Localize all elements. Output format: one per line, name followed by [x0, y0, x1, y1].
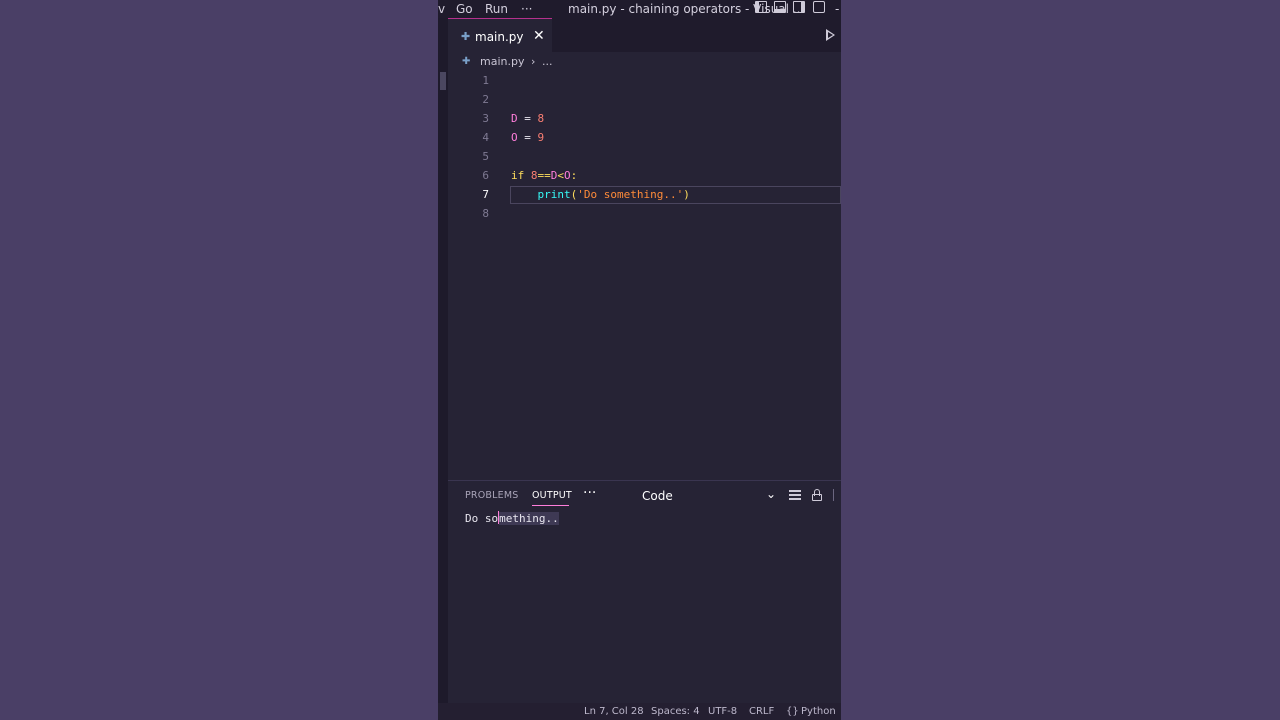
code-line: 8	[448, 205, 841, 224]
status-eol[interactable]: CRLF	[749, 706, 774, 717]
token-paren: )	[683, 188, 690, 201]
token-operator: =	[517, 112, 538, 125]
panel-more-icon[interactable]: ···	[583, 485, 596, 501]
chevron-right-icon: ›	[531, 55, 536, 68]
line-number: 7	[482, 188, 489, 201]
close-icon[interactable]: ✕	[533, 28, 545, 44]
code-line-current: 7 print('Do something..')	[448, 186, 841, 205]
tab-problems[interactable]: PROBLEMS	[465, 490, 518, 501]
status-bar: Ln 7, Col 28 Spaces: 4 UTF-8 CRLF {} Pyt…	[438, 703, 841, 720]
line-number: 8	[482, 207, 489, 220]
code-text: D = 8	[511, 112, 544, 125]
window-title: main.py - chaining operators - Visual ..…	[568, 2, 805, 16]
breadcrumb: ✚ main.py › ...	[448, 52, 841, 72]
token-number: 8	[537, 112, 545, 125]
line-number: 5	[482, 150, 489, 163]
chevron-down-icon[interactable]: ⌄	[766, 487, 776, 501]
menu-run[interactable]: Run	[485, 2, 508, 16]
window-minimize[interactable]: -	[835, 2, 839, 16]
bottom-panel: PROBLEMS OUTPUT ··· Code ⌄ Do something.…	[448, 480, 841, 703]
token-keyword: if	[511, 169, 531, 182]
token-variable: D	[511, 112, 518, 125]
menu-go[interactable]: Go	[456, 2, 473, 16]
token-string: 'Do something..'	[577, 188, 684, 201]
breadcrumb-symbols[interactable]: ...	[542, 55, 553, 68]
breadcrumb-file[interactable]: main.py	[480, 55, 524, 68]
code-line: 6 if 8==D<O:	[448, 167, 841, 186]
clear-output-icon[interactable]	[789, 490, 801, 500]
token-operator: <	[557, 169, 564, 182]
code-text: print('Do something..')	[511, 188, 690, 201]
line-number: 1	[482, 74, 489, 87]
active-tab-indicator	[532, 505, 569, 506]
token-operator: =	[517, 131, 538, 144]
panel-overflow-icon[interactable]	[833, 489, 841, 501]
vscode-window: v Go Run ··· main.py - chaining operator…	[438, 0, 841, 720]
tab-label: main.py	[475, 30, 524, 44]
line-number: 2	[482, 93, 489, 106]
status-cursor-position[interactable]: Ln 7, Col 28	[584, 706, 644, 717]
code-line: 5	[448, 148, 841, 167]
menu-more[interactable]: ···	[521, 2, 532, 16]
python-file-icon: ✚	[462, 56, 471, 67]
line-number: 4	[482, 131, 489, 144]
status-language[interactable]: Python	[801, 706, 836, 717]
output-channel-select[interactable]: Code	[642, 489, 673, 503]
python-file-icon: ✚	[461, 30, 471, 43]
editor-tab-bar: ✚ main.py ✕ ⌄	[448, 18, 841, 52]
token-number: 8	[530, 169, 538, 182]
code-editor[interactable]: 1 2 3 D = 8 4 O = 9 5 6 if 8==D<O: 7 pri…	[448, 72, 841, 477]
braces-icon: {}	[786, 706, 799, 717]
token-operator: ==	[537, 169, 551, 182]
token-colon: :	[570, 169, 578, 182]
output-text-plain: Do so	[465, 512, 499, 525]
code-text: if 8==D<O:	[511, 169, 577, 182]
code-line: 3 D = 8	[448, 110, 841, 129]
code-line: 1	[448, 72, 841, 91]
lock-icon[interactable]	[812, 489, 822, 501]
line-number: 3	[482, 112, 489, 125]
toggle-panel-icon[interactable]	[774, 1, 786, 13]
output-text: Do something..	[465, 511, 559, 525]
toggle-secondary-sidebar-icon[interactable]	[793, 1, 805, 13]
menu-partial[interactable]: v	[438, 2, 445, 16]
chevron-down-icon[interactable]: ⌄	[840, 26, 841, 37]
code-line: 2	[448, 91, 841, 110]
status-indentation[interactable]: Spaces: 4	[651, 706, 700, 717]
title-bar: v Go Run ··· main.py - chaining operator…	[438, 0, 841, 18]
token-function: print	[537, 188, 571, 201]
status-encoding[interactable]: UTF-8	[708, 706, 737, 717]
tab-output[interactable]: OUTPUT	[532, 490, 572, 501]
token-number: 9	[537, 131, 545, 144]
activity-indicator	[440, 72, 446, 90]
code-line: 4 O = 9	[448, 129, 841, 148]
code-text: O = 9	[511, 131, 544, 144]
customize-layout-icon[interactable]	[813, 1, 825, 13]
tab-main-py[interactable]: ✚ main.py ✕	[448, 18, 552, 52]
activity-bar	[438, 18, 448, 720]
run-icon[interactable]	[826, 29, 835, 41]
toggle-sidebar-icon[interactable]	[755, 1, 767, 13]
output-text-selected: mething..	[499, 512, 559, 525]
token-variable: O	[564, 169, 571, 182]
token-variable: O	[511, 131, 518, 144]
line-number: 6	[482, 169, 489, 182]
